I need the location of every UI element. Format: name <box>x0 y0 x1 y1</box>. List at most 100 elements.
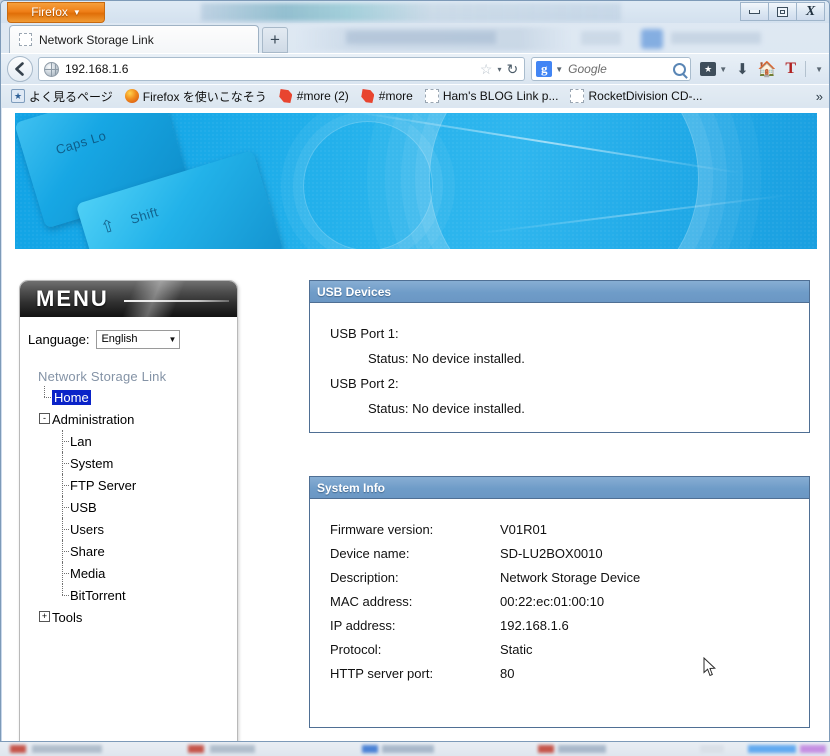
bookmark-label: Firefox を使いこなそう <box>142 89 267 104</box>
usb-port-name: USB Port 1: <box>330 326 399 341</box>
language-label: Language: <box>28 331 90 347</box>
tree-item-label: USB <box>70 499 97 515</box>
tree-item-users[interactable]: Users <box>30 518 237 540</box>
tree-item-share[interactable]: Share <box>30 540 237 562</box>
taskbar-item <box>188 745 204 753</box>
tree-item-administration[interactable]: - Administration <box>30 408 237 430</box>
system-info-key: Firmware version: <box>330 521 434 537</box>
tree-item-ftp-server[interactable]: FTP Server <box>30 474 237 496</box>
address-bar[interactable]: 192.168.1.6 ☆ ▾ ↻ <box>38 57 526 81</box>
firefox-menu-button[interactable]: Firefox ▼ <box>7 2 105 23</box>
tab-network-storage-link[interactable]: Network Storage Link <box>9 25 259 53</box>
tree-item-media[interactable]: Media <box>30 562 237 584</box>
language-select-value: English <box>101 333 138 345</box>
downloads-icon[interactable]: ⬇ <box>736 62 749 77</box>
system-info-key: Device name: <box>330 545 410 561</box>
text-tool-icon[interactable]: T <box>785 61 796 77</box>
usb-port-status: Status: No device installed. <box>368 401 525 416</box>
search-input[interactable]: Google <box>568 62 673 76</box>
system-info-row: IP address: 192.168.1.6 <box>310 613 809 637</box>
system-info-key: HTTP server port: <box>330 665 434 681</box>
menu-title-rule <box>124 300 229 302</box>
bookmark-item[interactable]: #more <box>355 87 419 106</box>
bookmarks-bar: ★ よく見るページ Firefox を使いこなそう #more (2) #more… <box>1 84 829 107</box>
bookmark-item[interactable]: Firefox を使いこなそう <box>119 87 273 106</box>
plus-icon: + <box>270 30 280 49</box>
bookmark-label: RocketDivision CD-... <box>588 89 703 103</box>
desktop-taskbar <box>0 742 830 756</box>
minimize-icon <box>749 9 760 14</box>
system-info-key: IP address: <box>330 617 396 633</box>
tree-connector <box>56 584 70 606</box>
search-bar[interactable]: g ▼ Google <box>531 57 692 81</box>
overflow-caret-icon[interactable]: ▼ <box>815 65 823 74</box>
close-icon: X <box>805 3 816 19</box>
tree-item-label: Lan <box>70 433 92 449</box>
tree-item-label: Share <box>70 543 105 559</box>
expand-toggle[interactable]: + <box>39 611 50 622</box>
taskbar-item <box>700 745 724 753</box>
back-button[interactable] <box>7 56 33 82</box>
tree-item-label: Tools <box>52 609 83 625</box>
close-button[interactable]: X <box>796 2 825 21</box>
tree-item-system[interactable]: System <box>30 452 237 474</box>
tree-connector <box>38 386 52 408</box>
tree-item-home[interactable]: Home <box>30 386 237 408</box>
tree-connector: + <box>38 606 52 628</box>
bookmark-item[interactable]: #more (2) <box>273 87 355 106</box>
page-icon <box>424 89 439 103</box>
page-icon <box>570 89 585 103</box>
bookmarks-icon[interactable]: ★ ▼ <box>700 62 727 76</box>
tree-root-label: Network Storage Link <box>38 369 167 384</box>
usb-devices-body: USB Port 1: Status: No device installed.… <box>310 303 809 421</box>
tree-item-bittorrent[interactable]: BitTorrent <box>30 584 237 606</box>
taskbar-item <box>210 745 255 753</box>
screenshot-root: Firefox ▼ X Network Storage Link + 192.1… <box>0 0 830 756</box>
chevron-down-icon: ▼ <box>719 64 728 74</box>
system-info-row: Device name: SD-LU2BOX0010 <box>310 541 809 565</box>
system-info-row: Firmware version: V01R01 <box>310 517 809 541</box>
collapse-toggle[interactable]: - <box>39 413 50 424</box>
taskbar-item <box>362 745 378 753</box>
chevron-down-icon[interactable]: ▾ <box>497 65 501 74</box>
reload-icon[interactable]: ↻ <box>506 62 518 76</box>
chevron-down-icon: ▼ <box>72 8 81 17</box>
system-info-key: MAC address: <box>330 593 413 609</box>
bookmark-item[interactable]: ★ よく見るページ <box>5 87 119 106</box>
taskbar-item <box>748 745 796 753</box>
usb-devices-panel: USB Devices USB Port 1: Status: No devic… <box>309 280 810 433</box>
firefox-menu-label: Firefox <box>31 5 68 19</box>
language-select[interactable]: English ▼ <box>96 329 181 349</box>
taskbar-item <box>32 745 102 753</box>
bookmarks-overflow-button[interactable]: » <box>816 89 823 104</box>
window-titlebar: Firefox ▼ X <box>1 1 829 23</box>
url-text: 192.168.1.6 <box>65 62 129 76</box>
google-icon: g <box>536 61 553 77</box>
mouse-cursor <box>703 657 716 677</box>
system-info-header: System Info <box>310 477 809 499</box>
navigation-toolbar: 192.168.1.6 ☆ ▾ ↻ g ▼ Google ★ ▼ ⬇ 🏠 T ▼ <box>1 53 829 84</box>
tree-item-label: Administration <box>52 411 135 427</box>
usb-port-name: USB Port 2: <box>330 376 399 391</box>
fox-icon <box>279 89 293 103</box>
new-tab-button[interactable]: + <box>262 27 288 53</box>
home-icon[interactable]: 🏠 <box>758 62 777 77</box>
system-info-value: Static <box>500 641 533 657</box>
restore-button[interactable] <box>768 2 797 21</box>
page-content: Caps Lo Shift ⇧ MENU Language: English ▼… <box>2 108 829 741</box>
system-info-value: 192.168.1.6 <box>500 617 569 633</box>
firefox-window: Firefox ▼ X Network Storage Link + 192.1… <box>0 0 830 742</box>
tree-item-tools[interactable]: + Tools <box>30 606 237 628</box>
bookmark-item[interactable]: Ham's BLOG Link p... <box>419 87 565 106</box>
bookmark-star-icon[interactable]: ☆ <box>480 62 493 76</box>
tree-connector <box>56 540 70 562</box>
search-icon[interactable] <box>673 62 687 76</box>
bookmark-item[interactable]: RocketDivision CD-... <box>564 87 708 106</box>
restore-icon <box>777 6 788 17</box>
tab-strip: Network Storage Link + <box>1 23 829 53</box>
address-bar-icons: ☆ ▾ ↻ <box>480 62 520 76</box>
chevron-down-icon[interactable]: ▼ <box>555 65 563 74</box>
tree-item-lan[interactable]: Lan <box>30 430 237 452</box>
tree-item-usb[interactable]: USB <box>30 496 237 518</box>
minimize-button[interactable] <box>740 2 769 21</box>
